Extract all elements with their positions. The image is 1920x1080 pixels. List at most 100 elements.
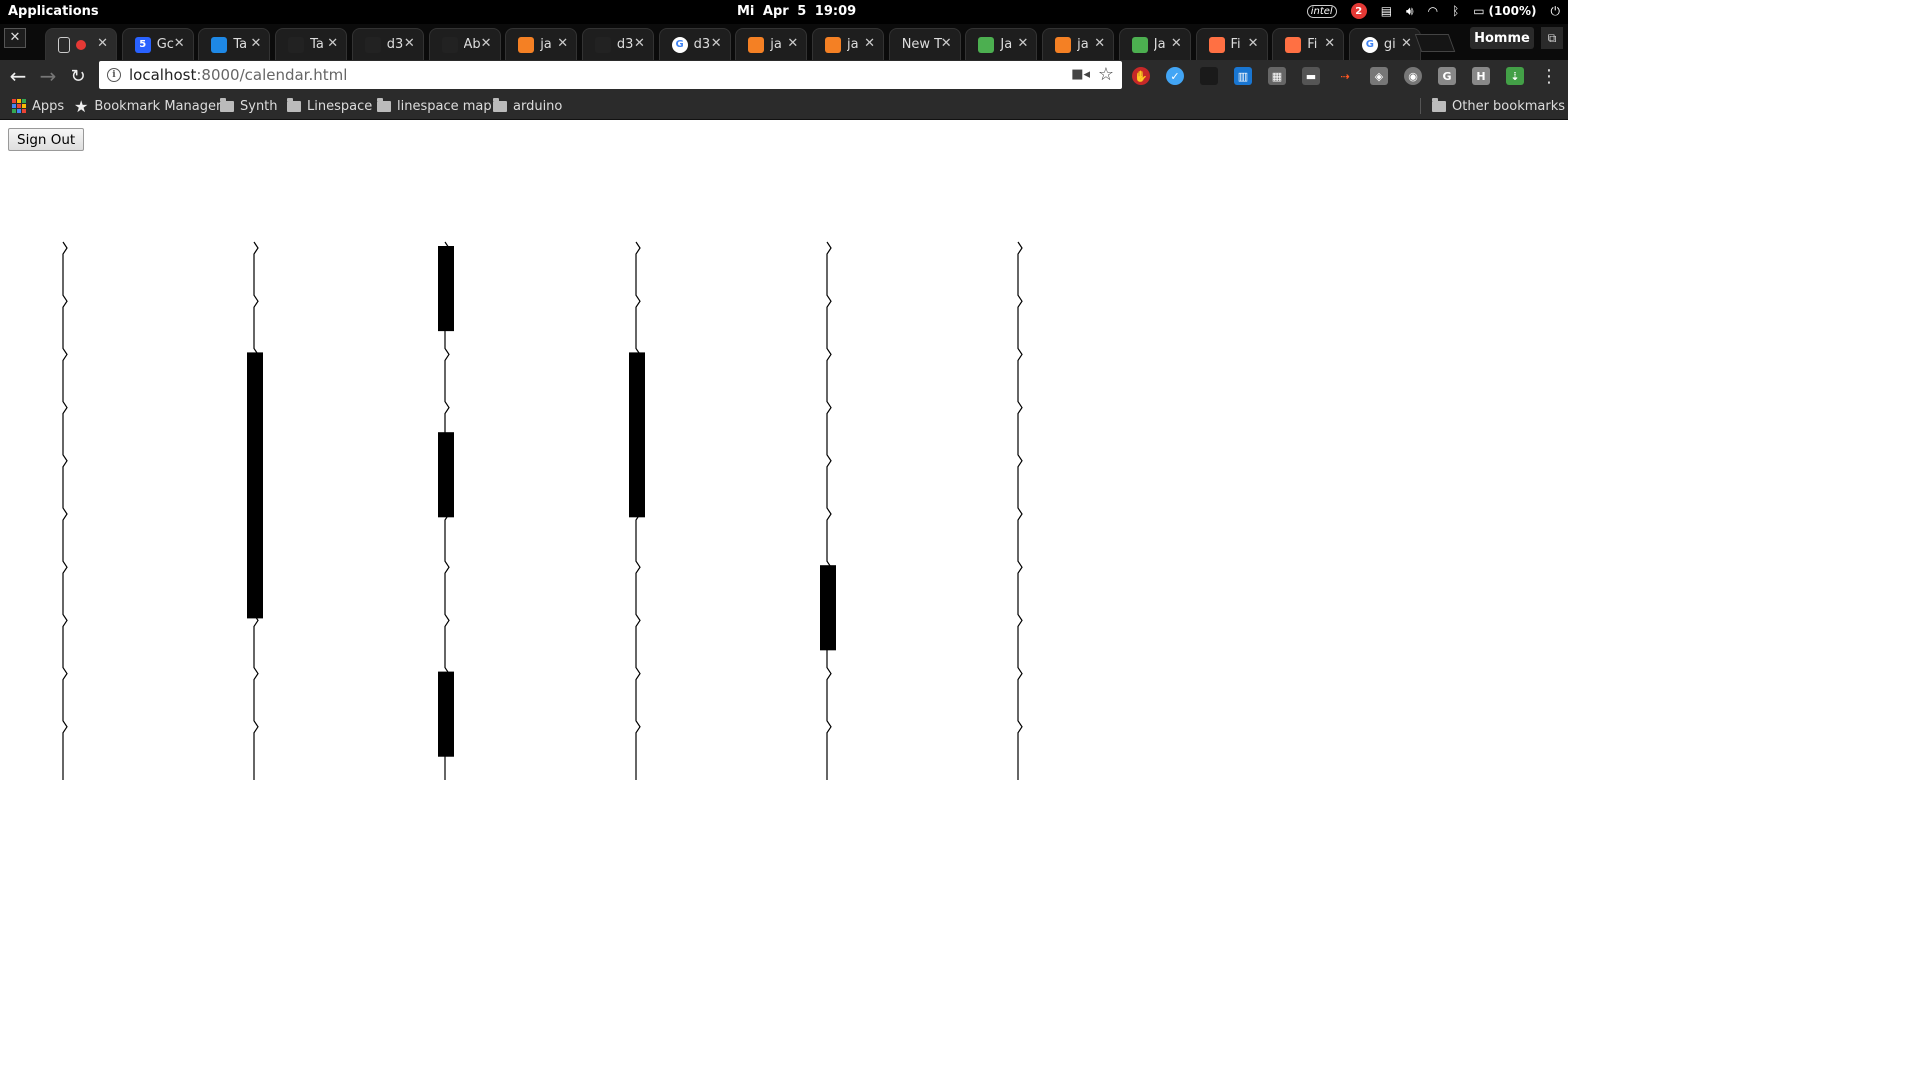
applications-menu[interactable]: Applications bbox=[8, 4, 99, 19]
close-window-button[interactable]: ✕ bbox=[4, 28, 26, 48]
bluetooth-icon[interactable]: ᛒ bbox=[1452, 4, 1459, 18]
github-icon bbox=[288, 36, 305, 53]
calendar-event-block[interactable] bbox=[820, 565, 836, 651]
tab-close-icon[interactable]: ✕ bbox=[97, 36, 108, 51]
bookmark-manager[interactable]: ★ Bookmark Manager bbox=[74, 96, 221, 116]
calendar-event-block[interactable] bbox=[438, 671, 454, 757]
camera-icon[interactable]: ■◂ bbox=[1071, 67, 1090, 82]
tab-close-icon[interactable]: ✕ bbox=[327, 36, 338, 51]
battery-icon[interactable]: ▭ (100%) bbox=[1473, 4, 1536, 18]
browser-tab[interactable]: Ggi ✕ bbox=[1348, 28, 1421, 60]
bookmark-star-icon[interactable]: ☆ bbox=[1098, 64, 1114, 85]
tab-close-icon[interactable]: ✕ bbox=[787, 36, 798, 51]
extension-h-icon[interactable]: H bbox=[1472, 67, 1490, 85]
wifi-icon[interactable]: ◠ bbox=[1428, 4, 1438, 18]
reload-icon[interactable]: ↻ bbox=[66, 64, 90, 88]
extension-adblock-icon[interactable]: ✋ bbox=[1132, 67, 1150, 85]
bookmark-arduino[interactable]: arduino bbox=[493, 96, 562, 116]
calendar-event-block[interactable] bbox=[247, 352, 263, 619]
forward-arrow-icon[interactable]: → bbox=[36, 64, 60, 88]
tab-close-icon[interactable]: ✕ bbox=[1401, 36, 1412, 51]
extension-chat-icon[interactable]: ▬ bbox=[1302, 67, 1320, 85]
browser-tab[interactable]: New T ✕ bbox=[888, 28, 961, 60]
profile-button[interactable]: Homme bbox=[1470, 27, 1534, 49]
browser-tab[interactable]: d3 ✕ bbox=[351, 28, 424, 60]
bookmark-linespace[interactable]: Linespace bbox=[287, 96, 372, 116]
browser-tab[interactable]: Fi ✕ bbox=[1272, 28, 1345, 60]
browser-tab[interactable]: Gd3 ✕ bbox=[658, 28, 731, 60]
calendar-tray-icon[interactable]: ▤ bbox=[1381, 4, 1392, 18]
bookmark-apps[interactable]: Apps bbox=[12, 96, 64, 116]
tab-close-icon[interactable]: ✕ bbox=[1171, 36, 1182, 51]
volume-icon[interactable]: 🔊︎ bbox=[1406, 4, 1414, 19]
extension-puzzle-icon[interactable]: ◈ bbox=[1370, 67, 1388, 85]
browser-tab[interactable]: Ab ✕ bbox=[428, 28, 501, 60]
bookmark-synth[interactable]: Synth bbox=[220, 96, 278, 116]
dropbox-icon bbox=[211, 36, 228, 53]
site-info-icon[interactable]: i bbox=[107, 68, 121, 82]
browser-tab[interactable]: ja ✕ bbox=[1042, 28, 1115, 60]
calendar-event-block[interactable] bbox=[438, 246, 454, 332]
tab-close-icon[interactable]: ✕ bbox=[1094, 36, 1105, 51]
stackoverflow-icon bbox=[748, 36, 765, 53]
notification-badge-icon[interactable]: 2 bbox=[1350, 3, 1367, 19]
new-tab-button[interactable] bbox=[1414, 34, 1456, 52]
address-bar[interactable]: i localhost:8000/calendar.html ■◂ ☆ bbox=[99, 61, 1122, 89]
tab-close-icon[interactable]: ✕ bbox=[557, 36, 568, 51]
system-clock[interactable]: Mi Apr 5 19:09 bbox=[737, 4, 856, 19]
bookmark-other[interactable]: Other bookmarks bbox=[1432, 96, 1565, 116]
chrome-menu-icon[interactable]: ⋮ bbox=[1540, 66, 1558, 87]
calendar-event-block[interactable] bbox=[629, 352, 645, 518]
restore-window-button[interactable]: ⧉ bbox=[1541, 27, 1563, 49]
browser-tab[interactable]: Ta ✕ bbox=[275, 28, 348, 60]
browser-tab[interactable]: 5 Gc ✕ bbox=[121, 28, 194, 60]
extension-bulb-icon[interactable]: ◉ bbox=[1404, 67, 1422, 85]
extension-dark-icon[interactable] bbox=[1200, 67, 1218, 85]
browser-tab[interactable]: ja ✕ bbox=[735, 28, 808, 60]
bookmark-label: arduino bbox=[513, 98, 563, 114]
extension-trello-icon[interactable]: ▥ bbox=[1234, 67, 1252, 85]
browser-tab[interactable]: d3 ✕ bbox=[581, 28, 654, 60]
tab-close-icon[interactable]: ✕ bbox=[1324, 36, 1335, 51]
tab-close-icon[interactable]: ✕ bbox=[634, 36, 645, 51]
browser-tab[interactable]: ja ✕ bbox=[505, 28, 578, 60]
recording-indicator-icon bbox=[76, 39, 86, 50]
browser-tab[interactable]: Fi ✕ bbox=[1195, 28, 1268, 60]
extension-download-icon[interactable]: ⇣ bbox=[1506, 67, 1524, 85]
bookmark-linespace-map[interactable]: linespace map bbox=[377, 96, 492, 116]
bookmarks-divider bbox=[1420, 98, 1421, 114]
tab-close-icon[interactable]: ✕ bbox=[711, 36, 722, 51]
bookmark-label: Apps bbox=[32, 98, 65, 114]
tab-close-icon[interactable]: ✕ bbox=[404, 36, 415, 51]
tab-close-icon[interactable]: ✕ bbox=[941, 36, 952, 51]
extension-g-icon[interactable]: G bbox=[1438, 67, 1456, 85]
browser-toolbar: ← → ↻ i localhost:8000/calendar.html ■◂ … bbox=[0, 60, 1568, 92]
url-host: localhost bbox=[129, 66, 197, 84]
bookmark-label: Bookmark Manager bbox=[94, 98, 222, 114]
calendar-column-line bbox=[62, 241, 68, 780]
tab-close-icon[interactable]: ✕ bbox=[1017, 36, 1028, 51]
browser-tab[interactable]: Ja ✕ bbox=[1118, 28, 1191, 60]
url-text[interactable]: localhost:8000/calendar.html bbox=[129, 66, 347, 84]
calendar-event-block[interactable] bbox=[438, 432, 454, 518]
sign-out-button[interactable]: Sign Out bbox=[8, 128, 85, 151]
browser-tab[interactable]: Ja ✕ bbox=[965, 28, 1038, 60]
extension-gray-icon[interactable]: ▦ bbox=[1268, 67, 1286, 85]
url-path: :8000/calendar.html bbox=[196, 66, 348, 84]
browser-tab[interactable]: Ta ✕ bbox=[198, 28, 271, 60]
star-icon: ★ bbox=[74, 96, 89, 116]
tab-close-icon[interactable]: ✕ bbox=[481, 36, 492, 51]
tab-close-icon[interactable]: ✕ bbox=[1248, 36, 1259, 51]
intel-icon[interactable]: intel bbox=[1306, 4, 1337, 18]
stackoverflow-icon bbox=[1055, 36, 1072, 53]
power-icon[interactable]: ⏻ bbox=[1551, 4, 1561, 19]
extension-arrow-icon[interactable]: ⇢ bbox=[1336, 67, 1354, 85]
tab-close-icon[interactable]: ✕ bbox=[174, 36, 185, 51]
tab-close-icon[interactable]: ✕ bbox=[250, 36, 261, 51]
tab-close-icon[interactable]: ✕ bbox=[864, 36, 875, 51]
back-arrow-icon[interactable]: ← bbox=[6, 64, 30, 88]
calendar-column-line bbox=[826, 241, 832, 780]
extension-pocket-icon[interactable]: ✓ bbox=[1166, 67, 1184, 85]
browser-tab[interactable]: ✕ bbox=[45, 28, 117, 60]
browser-tab[interactable]: ja ✕ bbox=[812, 28, 884, 60]
